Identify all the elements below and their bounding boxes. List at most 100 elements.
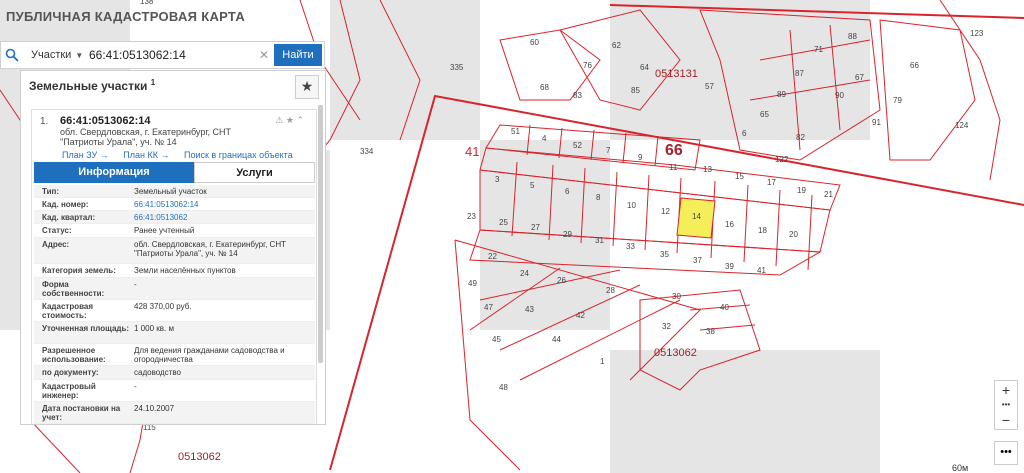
svg-text:88: 88 [848, 32, 857, 41]
row-land-category: Категория земель: Земли населённых пункт… [34, 264, 315, 278]
row-key: Кад. квартал: [42, 213, 96, 222]
row-value: Земли населённых пунктов [134, 266, 236, 275]
svg-text:1: 1 [600, 357, 605, 366]
more-options-button[interactable]: ••• [994, 441, 1018, 465]
svg-text:62: 62 [612, 41, 621, 50]
panel-scrollbar[interactable] [318, 105, 323, 363]
favorite-star-icon[interactable]: ★ [295, 75, 319, 99]
collapse-icon[interactable]: ⌃ [296, 115, 304, 125]
svg-text:0513062: 0513062 [178, 451, 221, 463]
row-permitted-use: Разрешенное использование: Для ведения г… [34, 344, 315, 366]
zoom-in-button[interactable]: + [995, 381, 1017, 399]
row-area: Уточненная площадь: 1 000 кв. м [34, 322, 315, 344]
search-bar: Участки▼ ✕ Найти [0, 41, 325, 69]
svg-text:15: 15 [735, 172, 744, 181]
row-key: Разрешенное использование: [42, 346, 106, 364]
row-value: 24.10.2007 [134, 404, 175, 413]
row-ownership: Форма собственности: - [34, 278, 315, 300]
row-key: Статус: [42, 226, 72, 235]
results-panel: Земельные участки 1 ★ 1. 66:41:0513062:1… [20, 70, 326, 425]
svg-text:138: 138 [140, 0, 154, 6]
row-key: Тип: [42, 187, 59, 196]
svg-text:30: 30 [672, 292, 681, 301]
svg-text:47: 47 [484, 303, 493, 312]
svg-text:8: 8 [596, 193, 601, 202]
svg-text:40: 40 [720, 303, 729, 312]
row-key: Кадастровая стоимость: [42, 302, 94, 320]
svg-text:39: 39 [725, 262, 734, 271]
row-key: Категория земель: [42, 266, 116, 275]
svg-text:35: 35 [660, 250, 669, 259]
svg-text:31: 31 [595, 236, 604, 245]
svg-text:22: 22 [488, 252, 497, 261]
tab-services[interactable]: Услуги [194, 162, 315, 183]
svg-text:41: 41 [757, 266, 766, 275]
row-cadastral-value: Кадастровая стоимость: 428 370,00 руб. [34, 300, 315, 322]
row-value: - [134, 382, 137, 391]
svg-text:6: 6 [565, 187, 570, 196]
row-value: 428 370,00 руб. [134, 302, 192, 311]
svg-text:12: 12 [661, 207, 670, 216]
result-cadastral-number[interactable]: 66:41:0513062:14 [60, 115, 151, 127]
row-value-link[interactable]: 66:41:0513062 [134, 213, 304, 222]
svg-text:64: 64 [640, 63, 649, 72]
svg-text:18: 18 [758, 226, 767, 235]
search-icon[interactable] [5, 48, 19, 62]
info-tabs: Информация Услуги [34, 162, 315, 183]
row-by-document: по документу: садоводство [34, 366, 315, 380]
zoom-slider-dots[interactable]: ••• [995, 399, 1017, 411]
tab-info[interactable]: Информация [34, 162, 194, 183]
panel-title: Земельные участки [29, 79, 148, 93]
row-key: Кадастровый инженер: [42, 382, 96, 400]
result-count: 1 [150, 78, 156, 87]
svg-text:52: 52 [573, 141, 582, 150]
link-plan-zu[interactable]: План ЗУ → [62, 150, 109, 160]
zoom-out-button[interactable]: − [995, 411, 1017, 429]
row-value-link[interactable]: 66:41:0513062:14 [134, 200, 304, 209]
svg-text:26: 26 [557, 276, 566, 285]
result-tools[interactable]: ⚠ ★ ⌃ [275, 115, 304, 126]
svg-text:91: 91 [872, 118, 881, 127]
svg-text:79: 79 [893, 96, 902, 105]
svg-text:4: 4 [542, 134, 547, 143]
svg-text:45: 45 [492, 335, 501, 344]
svg-text:29: 29 [563, 230, 572, 239]
svg-text:33: 33 [626, 242, 635, 251]
svg-text:71: 71 [814, 45, 823, 54]
svg-text:83: 83 [573, 91, 582, 100]
svg-text:334: 334 [360, 147, 374, 156]
star-icon[interactable]: ★ [286, 115, 294, 125]
row-value: 1 000 кв. м [134, 324, 174, 333]
row-key: Дата постановки на учет: [42, 404, 121, 422]
app-title: ПУБЛИЧНАЯ КАДАСТРОВАЯ КАРТА [6, 9, 246, 24]
svg-text:24: 24 [520, 269, 529, 278]
svg-text:82: 82 [796, 133, 805, 142]
svg-text:3: 3 [495, 175, 500, 184]
link-plan-kk[interactable]: План КК → [123, 150, 169, 160]
clear-icon[interactable]: ✕ [259, 48, 269, 62]
result-card[interactable]: 1. 66:41:0513062:14 обл. Свердловская, г… [31, 109, 317, 424]
svg-text:5: 5 [530, 181, 535, 190]
svg-text:17: 17 [767, 178, 776, 187]
svg-text:335: 335 [450, 63, 464, 72]
svg-text:66: 66 [665, 142, 683, 159]
svg-text:9: 9 [638, 153, 643, 162]
svg-text:42: 42 [576, 311, 585, 320]
search-button[interactable]: Найти [274, 44, 322, 66]
svg-text:25: 25 [499, 218, 508, 227]
svg-text:37: 37 [693, 256, 702, 265]
svg-text:38: 38 [706, 327, 715, 336]
row-value: садоводство [134, 368, 181, 377]
svg-text:60: 60 [530, 38, 539, 47]
svg-text:6: 6 [742, 129, 747, 138]
row-value: Земельный участок [134, 187, 207, 196]
search-input[interactable] [85, 45, 283, 65]
warning-icon[interactable]: ⚠ [275, 115, 283, 125]
row-engineer: Кадастровый инженер: - [34, 380, 315, 402]
svg-text:28: 28 [606, 286, 615, 295]
row-value: обл. Свердловская, г. Екатеринбург, СНТ … [134, 240, 286, 258]
svg-text:32: 32 [662, 322, 671, 331]
svg-text:19: 19 [797, 186, 806, 195]
search-type-select[interactable]: Участки ▼ [31, 49, 83, 61]
svg-text:13: 13 [703, 165, 712, 174]
